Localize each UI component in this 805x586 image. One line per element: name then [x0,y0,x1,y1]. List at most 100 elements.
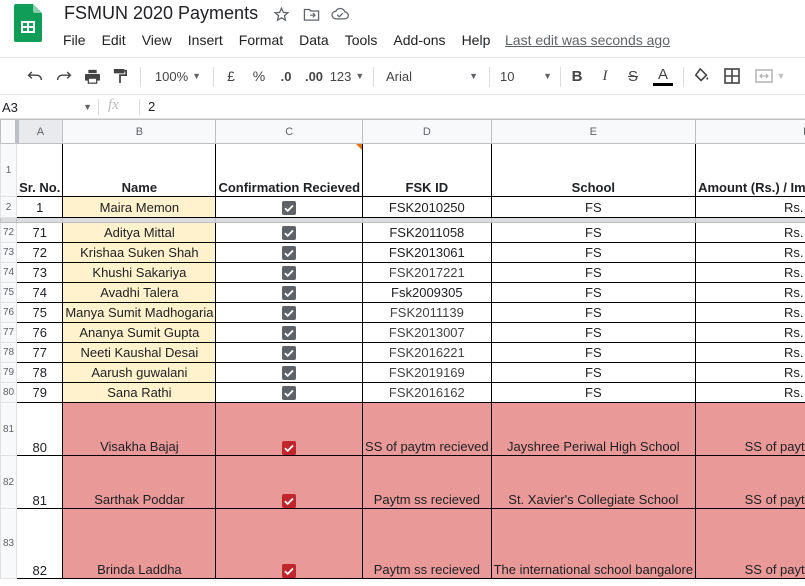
font-family-select[interactable]: Arial ▼ [386,58,478,94]
school-cell[interactable]: FS [490,382,697,403]
fill-color-icon[interactable] [692,58,712,94]
name-cell[interactable]: Aditya Mittal [62,222,217,243]
sr-no-cell[interactable]: 80 [16,402,64,456]
menu-tools[interactable]: Tools [337,30,386,52]
name-cell[interactable]: Neeti Kaushal Desai [62,342,217,363]
fsk-id-cell[interactable]: FSK2017221 [362,262,492,283]
header-cell[interactable]: Confirmation Recieved [215,143,364,197]
confirmation-cell[interactable] [215,262,364,283]
school-cell[interactable]: FS [490,196,697,218]
sr-no-cell[interactable]: 75 [16,302,64,323]
sr-no-cell[interactable]: 81 [16,455,64,509]
name-cell[interactable]: Manya Sumit Madhogaria [62,302,217,323]
name-cell[interactable]: Khushi Sakariya [62,262,217,283]
column-header-e[interactable]: E [490,119,697,144]
increase-decimal-button[interactable]: .00 [302,58,326,94]
confirmation-cell[interactable] [215,302,364,323]
fsk-id-cell[interactable]: Fsk2009305 [362,282,492,303]
row-header[interactable]: 72 [0,222,18,243]
print-icon[interactable] [81,58,103,94]
header-cell[interactable]: Name [62,143,217,197]
row-header[interactable]: 74 [0,262,18,283]
sheets-logo-icon[interactable] [14,4,42,42]
fsk-id-cell[interactable]: FSK2013007 [362,322,492,343]
name-cell[interactable]: Avadhi Talera [62,282,217,303]
school-cell[interactable]: FS [490,262,697,283]
strikethrough-button[interactable]: S [625,58,641,94]
sr-no-cell[interactable]: 79 [16,382,64,403]
amount-cell[interactable]: Rs. 200 [695,262,805,283]
row-header[interactable]: 76 [0,302,18,323]
italic-button[interactable]: I [597,58,613,94]
amount-cell[interactable]: Rs. 200 [695,362,805,383]
paint-format-icon[interactable] [109,58,131,94]
fsk-id-cell[interactable]: Paytm ss recieved [362,508,492,579]
row-header[interactable]: 81 [0,402,18,456]
row-header[interactable]: 80 [0,382,18,403]
school-cell[interactable]: FS [490,302,697,323]
checkbox-checked-icon[interactable] [282,226,297,241]
fsk-id-cell[interactable]: FSK2011139 [362,302,492,323]
checkbox-checked-icon[interactable] [282,200,297,215]
school-cell[interactable]: FS [490,322,697,343]
confirmation-cell[interactable] [215,282,364,303]
row-header[interactable]: 73 [0,242,18,263]
fsk-id-cell[interactable]: FSK2016221 [362,342,492,363]
currency-format-button[interactable]: £ [222,58,240,94]
sr-no-cell[interactable]: 71 [16,222,64,243]
row-header[interactable]: 82 [0,455,18,509]
fsk-id-cell[interactable]: FSK2013061 [362,242,492,263]
sr-no-cell[interactable]: 1 [16,196,64,218]
school-cell[interactable]: FS [490,282,697,303]
school-cell[interactable]: FS [490,242,697,263]
amount-cell[interactable]: SS of paytm recieved [695,508,805,579]
sr-no-cell[interactable]: 74 [16,282,64,303]
fsk-id-cell[interactable]: FSK2019169 [362,362,492,383]
amount-cell[interactable]: Rs. 200 [695,342,805,363]
row-header[interactable]: 77 [0,322,18,343]
amount-cell[interactable]: Rs. 200 [695,382,805,403]
amount-cell[interactable]: SS of paytm recieved [695,402,805,456]
checkbox-checked-icon[interactable] [282,366,297,381]
checkbox-checked-icon[interactable] [282,563,297,578]
header-cell[interactable]: FSK ID [362,143,492,197]
menu-insert[interactable]: Insert [180,30,231,52]
redo-icon[interactable] [53,58,75,94]
fsk-id-cell[interactable]: Paytm ss recieved [362,455,492,509]
name-cell[interactable]: Brinda Laddha [62,508,217,579]
row-header[interactable]: 1 [0,143,18,197]
school-cell[interactable]: FS [490,362,697,383]
cloud-saved-icon[interactable] [331,5,349,23]
sr-no-cell[interactable]: 72 [16,242,64,263]
sr-no-cell[interactable]: 82 [16,508,64,579]
confirmation-cell[interactable] [215,196,364,218]
checkbox-checked-icon[interactable] [282,246,297,261]
merge-cells-icon[interactable]: ▼ [750,58,790,94]
menu-edit[interactable]: Edit [94,30,134,52]
document-title[interactable]: FSMUN 2020 Payments [64,3,258,24]
undo-icon[interactable] [24,58,46,94]
school-cell[interactable]: The international school bangalore [490,508,697,579]
header-cell[interactable]: School [490,143,697,197]
name-cell[interactable]: Krishaa Suken Shah [62,242,217,263]
confirmation-cell[interactable] [215,455,364,509]
move-to-folder-icon[interactable] [302,5,320,23]
confirmation-cell[interactable] [215,508,364,579]
amount-cell[interactable]: Rs. 200 [695,242,805,263]
menu-view[interactable]: View [134,30,180,52]
fsk-id-cell[interactable]: FSK2016162 [362,382,492,403]
confirmation-cell[interactable] [215,382,364,403]
amount-cell[interactable]: Rs. 200 [695,282,805,303]
select-all-corner[interactable] [0,119,19,144]
fsk-id-cell[interactable]: SS of paytm recieved [362,402,492,456]
row-header[interactable]: 79 [0,362,18,383]
star-icon[interactable] [272,5,290,23]
sr-no-cell[interactable]: 76 [16,322,64,343]
checkbox-checked-icon[interactable] [282,306,297,321]
column-header-b[interactable]: B [62,119,217,144]
name-cell[interactable]: Sarthak Poddar [62,455,217,509]
school-cell[interactable]: Jayshree Periwal High School [490,402,697,456]
row-header[interactable]: 78 [0,342,18,363]
fsk-id-cell[interactable]: FSK2010250 [362,196,492,218]
menu-file[interactable]: File [55,30,94,52]
